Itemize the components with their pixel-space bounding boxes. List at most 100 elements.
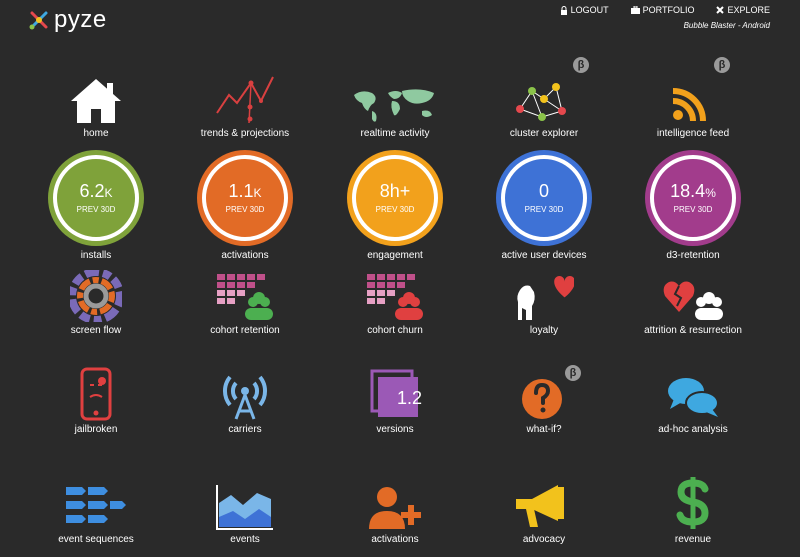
tile-cohort-churn[interactable]: cohort churn — [320, 268, 470, 336]
tile-cohort-retention[interactable]: cohort retention — [170, 268, 320, 336]
tile-label: carriers — [228, 424, 262, 435]
tile-label: trends & projections — [200, 128, 290, 139]
metric-active-user-devices[interactable]: 0 PREV 30D active user devices — [469, 155, 619, 261]
tile-label: activations — [221, 250, 269, 261]
question-icon — [522, 379, 562, 419]
metric-d3-retention[interactable]: 18.4% PREV 30D d3-retention — [618, 155, 768, 261]
logout-link[interactable]: LOGOUT — [560, 5, 609, 15]
area-chart-icon — [216, 485, 273, 530]
tile-loyalty[interactable]: loyalty — [469, 268, 619, 336]
beta-badge: β — [573, 57, 589, 73]
tile-label: cohort retention — [210, 325, 280, 336]
tile-label: attrition & resurrection — [644, 325, 742, 336]
dollar-icon — [676, 477, 709, 529]
brand-name: pyze — [54, 6, 107, 33]
metric-period: PREV 30D — [524, 205, 564, 214]
tile-label: ad-hoc analysis — [658, 424, 728, 435]
metric-value: 0 — [538, 181, 549, 201]
tile-label: revenue — [674, 534, 712, 545]
tile-what-if[interactable]: β what-if? — [469, 363, 619, 435]
explore-link[interactable]: EXPLORE — [716, 5, 770, 15]
broken-heart-icon — [663, 281, 723, 320]
metric-ring: 0 PREV 30D — [501, 155, 587, 241]
tile-revenue[interactable]: revenue — [618, 473, 768, 545]
pyze-logo-icon — [29, 11, 48, 30]
chat-bubbles-icon — [668, 378, 719, 417]
top-navigation: LOGOUT PORTFOLIO EXPLORE — [560, 5, 770, 15]
tile-label: activations — [371, 534, 419, 545]
metric-value: 6.2 — [79, 181, 105, 201]
tile-ad-hoc-analysis[interactable]: ad-hoc analysis — [618, 363, 768, 435]
tile-label: intelligence feed — [656, 128, 730, 139]
tile-realtime-activity[interactable]: realtime activity — [320, 55, 470, 139]
tile-cluster-explorer[interactable]: β cluster explorer — [469, 55, 619, 139]
metric-value: 8h+ — [379, 181, 411, 201]
tile-advocacy[interactable]: advocacy — [469, 473, 619, 545]
explore-label: EXPLORE — [727, 5, 770, 15]
tile-label: engagement — [367, 250, 423, 261]
metric-engagement[interactable]: 8h+ PREV 30D engagement — [320, 155, 470, 261]
beta-badge: β — [565, 365, 581, 381]
metric-period: PREV 30D — [375, 205, 415, 214]
antenna-icon — [222, 375, 268, 420]
tile-event-sequences[interactable]: event sequences — [21, 473, 171, 545]
tile-jailbroken[interactable]: jailbroken — [21, 363, 171, 435]
tile-carriers[interactable]: carriers — [170, 363, 320, 435]
tile-label: d3-retention — [666, 250, 720, 261]
tile-screen-flow[interactable]: screen flow — [21, 268, 171, 336]
metric-ring: 8h+ PREV 30D — [352, 155, 438, 241]
metric-ring: 18.4% PREV 30D — [650, 155, 736, 241]
tile-versions[interactable]: 1.2 versions — [320, 363, 470, 435]
portfolio-link[interactable]: PORTFOLIO — [630, 5, 695, 15]
tile-label: what-if? — [526, 424, 562, 435]
megaphone-icon — [516, 485, 564, 527]
metric-unit: K — [104, 186, 113, 200]
metric-ring: 1.1K PREV 30D — [202, 155, 288, 241]
tile-label: home — [83, 128, 109, 139]
tile-activations-add[interactable]: activations — [320, 473, 470, 545]
app-subtitle: Bubble Blaster - Android — [683, 21, 770, 30]
metric-unit: % — [705, 186, 716, 200]
tile-label: screen flow — [70, 325, 122, 336]
trends-icon — [216, 76, 274, 124]
tile-label: realtime activity — [360, 128, 430, 139]
lock-icon — [560, 5, 567, 15]
pyze-logo[interactable]: pyze — [28, 6, 107, 34]
version-number: 1.2 — [397, 388, 423, 408]
sunburst-icon — [70, 270, 122, 322]
tile-events[interactable]: events — [170, 473, 320, 545]
add-user-icon — [369, 487, 421, 529]
metric-period: PREV 30D — [225, 205, 265, 214]
jailbroken-phone-icon — [80, 367, 112, 421]
tile-label: loyalty — [529, 325, 559, 336]
metric-value: 18.4 — [670, 181, 706, 201]
tile-label: cohort churn — [367, 325, 423, 336]
tile-label: jailbroken — [74, 424, 118, 435]
metric-period: PREV 30D — [76, 205, 116, 214]
portfolio-label: PORTFOLIO — [642, 5, 695, 15]
logout-label: LOGOUT — [570, 5, 609, 15]
tile-home[interactable]: home — [21, 55, 171, 139]
metric-ring: 6.2K PREV 30D — [53, 155, 139, 241]
tile-trends-projections[interactable]: trends & projections — [170, 55, 320, 139]
metric-period: PREV 30D — [673, 205, 713, 214]
beta-badge: β — [714, 57, 730, 73]
tile-label: event sequences — [58, 534, 134, 545]
world-map-icon — [354, 89, 434, 122]
tile-label: versions — [376, 424, 414, 435]
metric-activations[interactable]: 1.1K PREV 30D activations — [170, 155, 320, 261]
cluster-icon — [516, 83, 566, 121]
home-icon — [71, 79, 121, 123]
tile-label: cluster explorer — [509, 128, 579, 139]
tile-intelligence-feed[interactable]: β intelligence feed — [618, 55, 768, 139]
metric-installs[interactable]: 6.2K PREV 30D installs — [21, 155, 171, 261]
cohort-retention-icon — [217, 274, 273, 320]
cohort-churn-icon — [367, 274, 423, 320]
metric-value: 1.1 — [228, 181, 254, 201]
tile-label: active user devices — [501, 250, 587, 261]
rss-feed-icon — [672, 88, 706, 122]
dog-heart-icon — [517, 275, 574, 320]
tile-attrition-resurrection[interactable]: attrition & resurrection — [618, 268, 768, 336]
briefcase-icon — [630, 6, 640, 14]
tile-label: installs — [80, 250, 112, 261]
